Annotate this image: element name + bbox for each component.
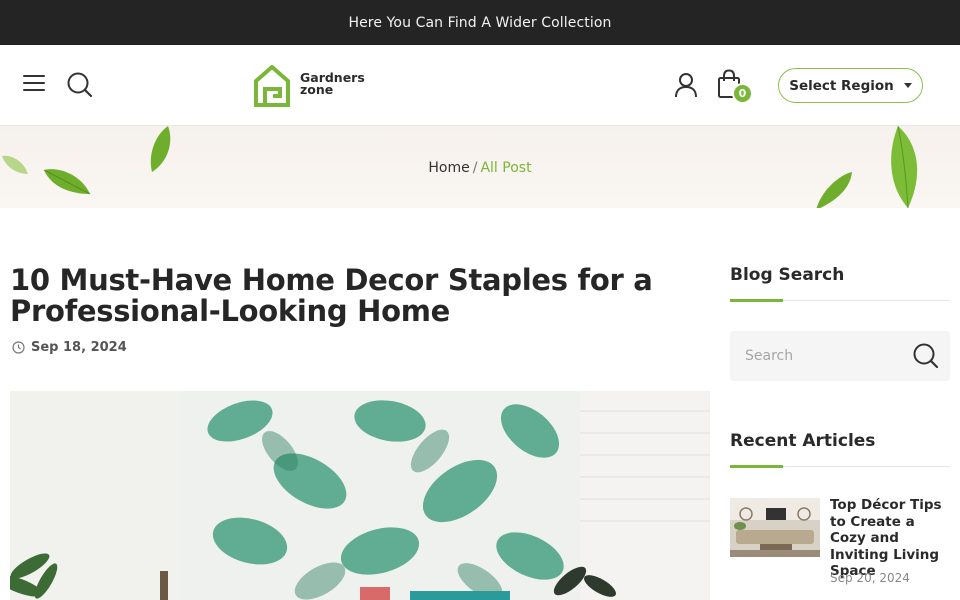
menu-icon[interactable] [23, 75, 45, 91]
recent-article-date: Sep 20, 2024 [830, 571, 910, 585]
recent-articles-heading: Recent Articles [730, 431, 876, 451]
logo-wordmark: Gardners zone [300, 71, 365, 97]
logo-line-2: zone [300, 82, 334, 97]
site-logo[interactable]: Gardners zone [254, 64, 374, 107]
recent-article-thumbnail[interactable] [730, 498, 820, 557]
breadcrumb-separator: / [472, 160, 478, 176]
select-region-dropdown[interactable]: Select Region [778, 68, 923, 103]
post-featured-image [10, 391, 710, 600]
blog-search-divider [730, 299, 950, 302]
recent-article-title[interactable]: Top Décor Tips to Create a Cozy and Invi… [830, 497, 952, 580]
featured-image-illustration [10, 391, 710, 600]
announcement-text: Here You Can Find A Wider Collection [348, 14, 612, 31]
recent-article-item[interactable]: Top Décor Tips to Create a Cozy and Invi… [730, 497, 955, 597]
blog-search-input[interactable] [730, 331, 910, 381]
breadcrumb: Home / All Post [0, 160, 960, 176]
search-icon[interactable] [66, 71, 94, 99]
breadcrumb-banner: Home / All Post [0, 126, 960, 208]
announcement-bar: Here You Can Find A Wider Collection [0, 0, 960, 45]
caret-down-icon [903, 83, 912, 88]
post-title: 10 Must-Have Home Decor Staples for a Pr… [10, 263, 653, 328]
site-header: Gardners zone 0 Select Region [0, 45, 960, 126]
post-date: Sep 18, 2024 [31, 340, 127, 355]
clock-icon [12, 341, 25, 354]
user-icon[interactable] [674, 72, 698, 98]
cart-count-badge: 0 [732, 83, 753, 104]
search-icon[interactable] [912, 342, 940, 370]
recent-articles-divider [730, 465, 950, 468]
blog-search-heading: Blog Search [730, 265, 845, 285]
blog-search-form [730, 331, 950, 381]
breadcrumb-home-link[interactable]: Home [428, 160, 469, 176]
region-label: Select Region [789, 77, 894, 94]
post-meta: Sep 18, 2024 [12, 340, 127, 355]
breadcrumb-current: All Post [480, 160, 532, 176]
logo-mark-icon [254, 64, 290, 107]
